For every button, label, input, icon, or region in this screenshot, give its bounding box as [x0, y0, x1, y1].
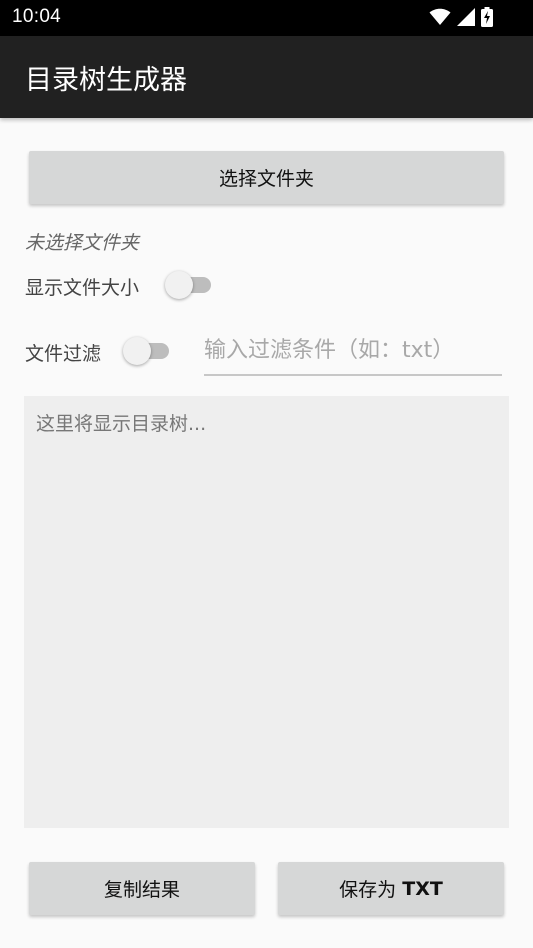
save-txt-button[interactable]: 保存为 TXT	[278, 862, 504, 915]
directory-tree-output[interactable]: 这里将显示目录树...	[24, 396, 509, 828]
wifi-icon	[429, 8, 451, 26]
select-folder-button[interactable]: 选择文件夹	[29, 151, 504, 204]
status-bar: 10:04	[0, 0, 533, 36]
select-folder-label: 选择文件夹	[218, 168, 314, 190]
app-bar: 目录树生成器	[0, 36, 533, 118]
switch-thumb	[123, 337, 151, 365]
file-filter-label: 文件过滤	[25, 343, 102, 365]
show-size-switch[interactable]	[165, 270, 211, 299]
copy-result-button[interactable]: 复制结果	[29, 862, 255, 915]
file-filter-switch[interactable]	[123, 336, 169, 365]
folder-status-text: 未选择文件夹	[25, 232, 140, 254]
tree-placeholder-text: 这里将显示目录树...	[36, 413, 207, 435]
status-time: 10:04	[12, 6, 62, 27]
save-label-prefix: 保存为	[339, 879, 397, 901]
filter-condition-input[interactable]	[204, 330, 502, 376]
cell-signal-icon	[457, 8, 475, 26]
app-title: 目录树生成器	[25, 65, 187, 96]
status-icons	[429, 7, 493, 27]
battery-charging-icon	[481, 7, 493, 27]
copy-result-label: 复制结果	[103, 879, 180, 901]
save-label-format: TXT	[402, 877, 443, 900]
show-size-label: 显示文件大小	[25, 277, 140, 299]
switch-thumb	[165, 271, 193, 299]
